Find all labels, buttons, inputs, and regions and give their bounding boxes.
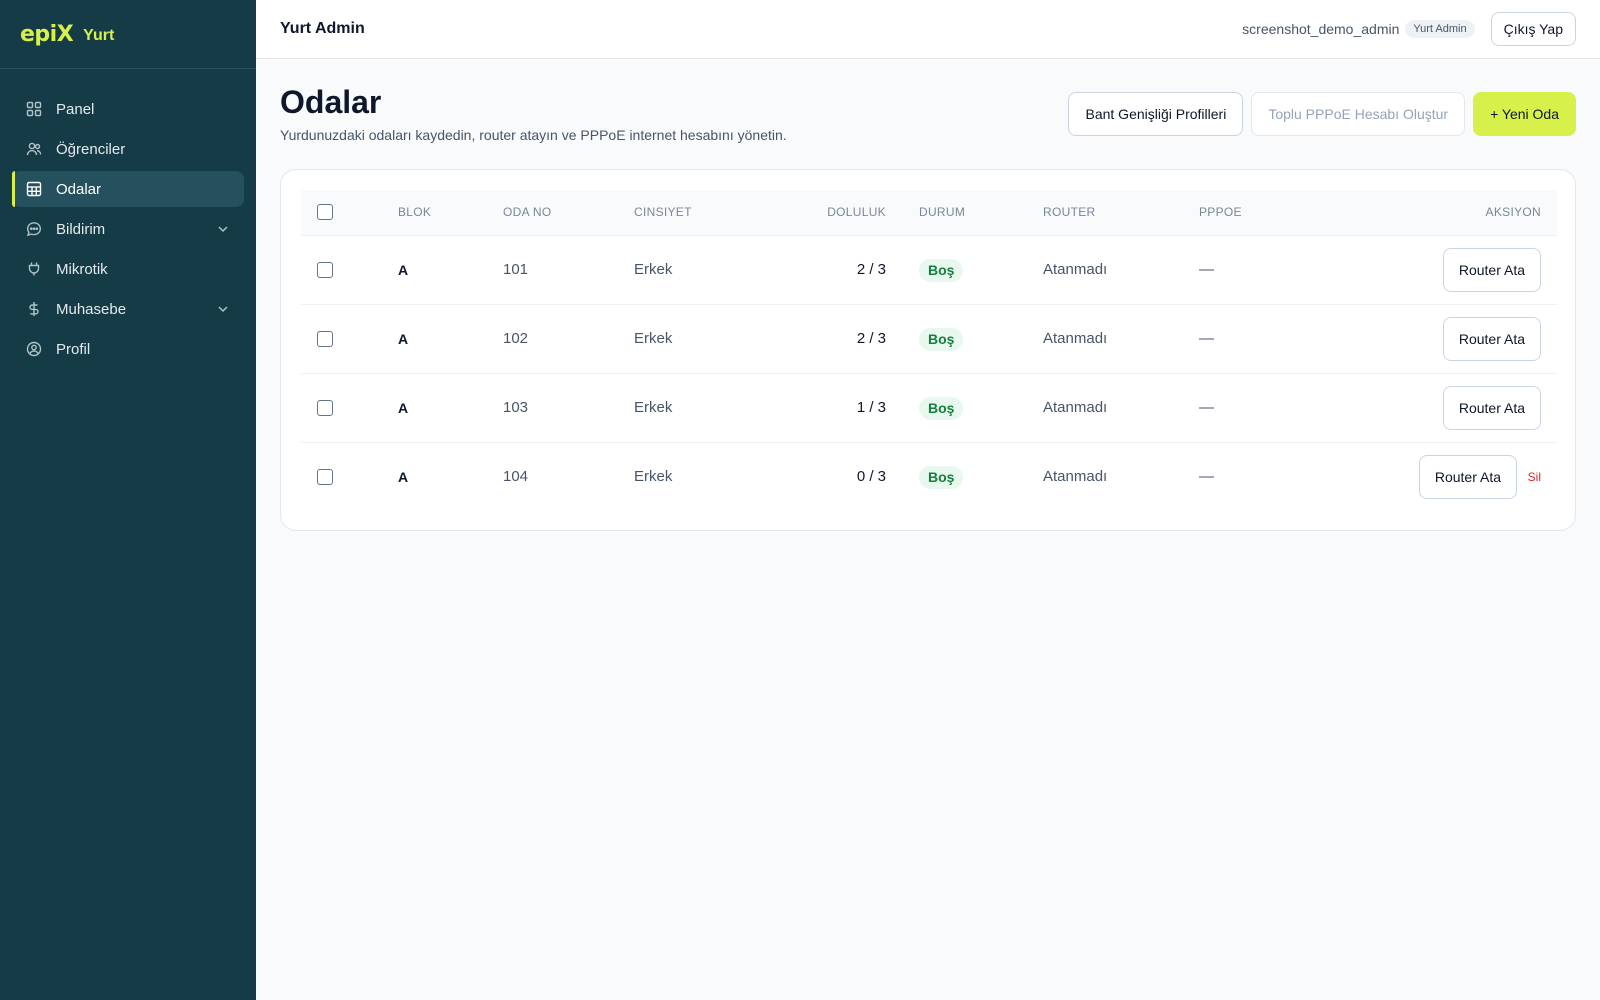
- assign-router-button[interactable]: Router Ata: [1418, 455, 1517, 499]
- status-badge: Boş: [919, 466, 964, 489]
- rooms-table-card: BLOK ODA NO CINSIYET DOLULUK DURUM ROUTE…: [280, 169, 1576, 531]
- page-title: Odalar: [280, 84, 382, 120]
- table-row: A 104 Erkek 0 / 3 Boş Atanmadı — Router …: [301, 442, 1557, 511]
- cell-router: Atanmadı: [1043, 468, 1108, 485]
- brand-name: Yurt: [83, 26, 115, 44]
- status-badge: Boş: [919, 328, 964, 351]
- column-header-status[interactable]: DURUM: [919, 190, 965, 235]
- sidebar-item-ogrenciler[interactable]: Öğrenciler: [12, 131, 244, 167]
- sidebar-item-label: Mikrotik: [56, 260, 108, 278]
- table-icon: [26, 181, 42, 197]
- status-badge: Boş: [919, 397, 964, 420]
- cell-room-no: 101: [503, 261, 529, 278]
- cell-gender: Erkek: [634, 468, 673, 485]
- dollar-icon: [26, 301, 42, 317]
- column-header-router[interactable]: ROUTER: [1043, 190, 1095, 235]
- row-checkbox[interactable]: [317, 331, 333, 347]
- sidebar-item-profil[interactable]: Profil: [12, 331, 244, 367]
- chat-icon: [26, 221, 42, 237]
- cell-router: Atanmadı: [1043, 399, 1108, 416]
- cell-occupancy: 1 / 3: [856, 399, 886, 416]
- cell-pppoe: —: [1199, 399, 1214, 416]
- sidebar-nav: Panel Öğrenciler Odalar Bildirim Mikroti…: [0, 69, 256, 367]
- delete-link[interactable]: Sil: [1528, 443, 1541, 511]
- user-circle-icon: [26, 341, 42, 357]
- cell-gender: Erkek: [634, 399, 673, 416]
- sidebar-item-label: Profil: [56, 340, 91, 358]
- brand[interactable]: epiX Yurt: [0, 0, 256, 69]
- plug-icon: [26, 261, 42, 277]
- column-header-room-no[interactable]: ODA NO: [503, 190, 551, 235]
- chevron-down-icon[interactable]: [216, 222, 230, 236]
- role-badge: Yurt Admin: [1405, 20, 1475, 38]
- chevron-down-icon[interactable]: [216, 302, 230, 316]
- cell-occupancy: 0 / 3: [856, 468, 886, 485]
- column-header-occupancy[interactable]: DOLULUK: [827, 190, 886, 235]
- cell-block: A: [398, 400, 409, 416]
- column-header-pppoe[interactable]: PPPOE: [1199, 190, 1242, 235]
- status-badge: Boş: [919, 259, 964, 282]
- cell-router: Atanmadı: [1043, 261, 1108, 278]
- bandwidth-profiles-button[interactable]: Bant Genişliği Profilleri: [1068, 92, 1244, 136]
- row-checkbox[interactable]: [317, 469, 333, 485]
- row-checkbox[interactable]: [317, 400, 333, 416]
- cell-room-no: 104: [503, 468, 529, 485]
- sidebar-item-panel[interactable]: Panel: [12, 91, 244, 127]
- table-row: A 101 Erkek 2 / 3 Boş Atanmadı — Router …: [301, 235, 1557, 304]
- sidebar: epiX Yurt Panel Öğrenciler Odalar Bildir…: [0, 0, 256, 1000]
- assign-router-button[interactable]: Router Ata: [1442, 248, 1541, 292]
- cell-gender: Erkek: [634, 261, 673, 278]
- sidebar-item-mikrotik[interactable]: Mikrotik: [12, 251, 244, 287]
- sidebar-item-bildirim[interactable]: Bildirim: [12, 211, 244, 247]
- table-row: A 103 Erkek 1 / 3 Boş Atanmadı — Router …: [301, 373, 1557, 442]
- column-header-gender[interactable]: CINSIYET: [634, 190, 692, 235]
- sidebar-item-odalar[interactable]: Odalar: [12, 171, 244, 207]
- sidebar-item-label: Bildirim: [56, 220, 106, 238]
- assign-router-button[interactable]: Router Ata: [1442, 386, 1541, 430]
- cell-room-no: 103: [503, 399, 529, 416]
- topbar-title: Yurt Admin: [280, 20, 365, 37]
- sidebar-item-label: Öğrenciler: [56, 140, 126, 158]
- cell-block: A: [398, 262, 409, 278]
- brand-logo: epiX: [20, 21, 74, 47]
- cell-gender: Erkek: [634, 330, 673, 347]
- cell-router: Atanmadı: [1043, 330, 1108, 347]
- users-icon: [26, 141, 42, 157]
- table-row: A 102 Erkek 2 / 3 Boş Atanmadı — Router …: [301, 304, 1557, 373]
- cell-occupancy: 2 / 3: [856, 261, 886, 278]
- cell-room-no: 102: [503, 330, 529, 347]
- cell-pppoe: —: [1199, 330, 1214, 347]
- sidebar-item-label: Muhasebe: [56, 300, 127, 318]
- cell-block: A: [398, 469, 409, 485]
- cell-pppoe: —: [1199, 261, 1214, 278]
- cell-pppoe: —: [1199, 468, 1214, 485]
- grid-icon: [26, 101, 42, 117]
- sidebar-item-label: Odalar: [56, 180, 102, 198]
- logout-button[interactable]: Çıkış Yap: [1490, 12, 1576, 46]
- select-all-checkbox[interactable]: [317, 204, 333, 220]
- user-menu: screenshot_demo_admin Yurt Admin Çıkış Y…: [1242, 12, 1576, 46]
- sidebar-item-muhasebe[interactable]: Muhasebe: [12, 291, 244, 327]
- user-name: screenshot_demo_admin: [1242, 21, 1400, 37]
- column-header-action: AKSIYON: [1485, 205, 1541, 219]
- assign-router-button[interactable]: Router Ata: [1442, 317, 1541, 361]
- cell-occupancy: 2 / 3: [856, 330, 886, 347]
- row-checkbox[interactable]: [317, 262, 333, 278]
- bulk-pppoe-button[interactable]: Toplu PPPoE Hesabı Oluştur: [1251, 92, 1466, 136]
- column-header-block[interactable]: BLOK: [398, 190, 431, 235]
- page-subtitle: Yurdunuzdaki odaları kaydedin, router at…: [280, 127, 787, 143]
- table-header: BLOK ODA NO CINSIYET DOLULUK DURUM ROUTE…: [301, 190, 1557, 235]
- new-room-button[interactable]: + Yeni Oda: [1473, 92, 1576, 136]
- page-actions: Bant Genişliği Profilleri Toplu PPPoE He…: [1068, 92, 1576, 136]
- cell-block: A: [398, 331, 409, 347]
- topbar: Yurt Admin screenshot_demo_admin Yurt Ad…: [256, 0, 1600, 59]
- sidebar-item-label: Panel: [56, 100, 95, 118]
